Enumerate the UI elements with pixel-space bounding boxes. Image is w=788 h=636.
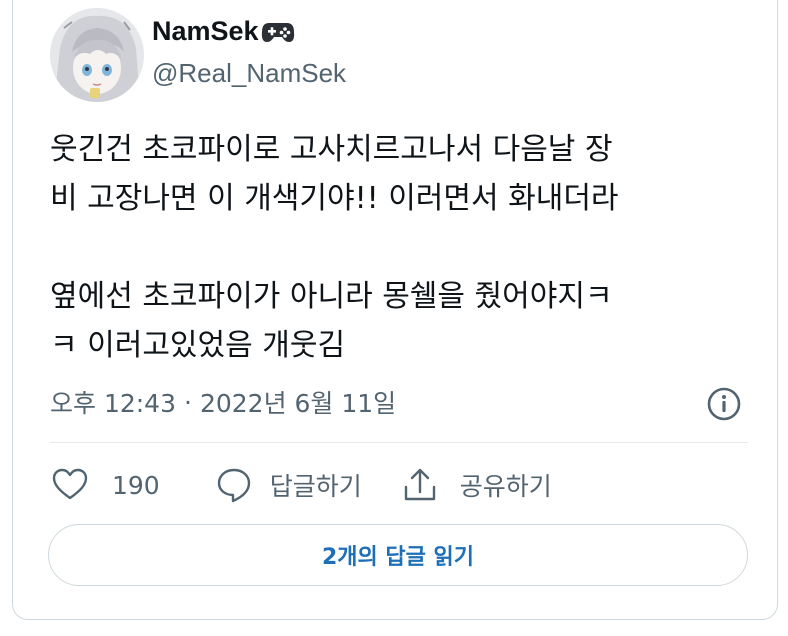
avatar-image [50, 8, 144, 102]
tweet-time[interactable]: 오후 12:43 [50, 384, 176, 420]
heart-icon [52, 468, 88, 500]
read-replies-button[interactable]: 2개의 답글 읽기 [48, 524, 748, 586]
tweet-text: 웃긴건 초코파이로 고사치르고나서 다음날 장 비 고장나면 이 개색기야!! … [50, 125, 750, 370]
share-icon [404, 468, 435, 501]
reply-button[interactable]: 답글하기 [214, 465, 362, 505]
reply-label: 답글하기 [269, 472, 362, 501]
tweet-line: ㅋ 이러고있었음 개웃김 [50, 328, 346, 363]
read-replies-label: 2개의 답글 읽기 [321, 545, 475, 570]
action-bar: 190 답글하기 공유하기 [50, 462, 552, 508]
avatar[interactable] [50, 8, 144, 102]
meta-separator: · [184, 387, 192, 417]
divider [50, 442, 748, 443]
like-button[interactable]: 190 [50, 465, 160, 505]
info-icon[interactable] [707, 387, 741, 421]
tweet-date[interactable]: 2022년 6월 11일 [200, 384, 396, 420]
user-handle[interactable]: @Real_NamSek [152, 58, 346, 89]
share-button[interactable]: 공유하기 [400, 465, 552, 505]
like-count: 190 [112, 470, 160, 500]
tweet-line: 옆에선 초코파이가 아니라 몽쉘을 줬어야지ㅋ [50, 279, 613, 314]
gamepad-icon [261, 22, 294, 42]
tweet-line: 비 고장나면 이 개색기야!! 이러면서 화내더라 [50, 181, 619, 216]
share-label: 공유하기 [459, 472, 552, 501]
display-name[interactable]: NamSek [152, 16, 295, 47]
tweet-line: 웃긴건 초코파이로 고사치르고나서 다음날 장 [50, 132, 613, 167]
tweet-timestamp[interactable]: 오후 12:43 · 2022년 6월 11일 [50, 384, 396, 420]
display-name-text[interactable]: NamSek [152, 16, 259, 47]
speech-bubble-icon [217, 468, 250, 503]
